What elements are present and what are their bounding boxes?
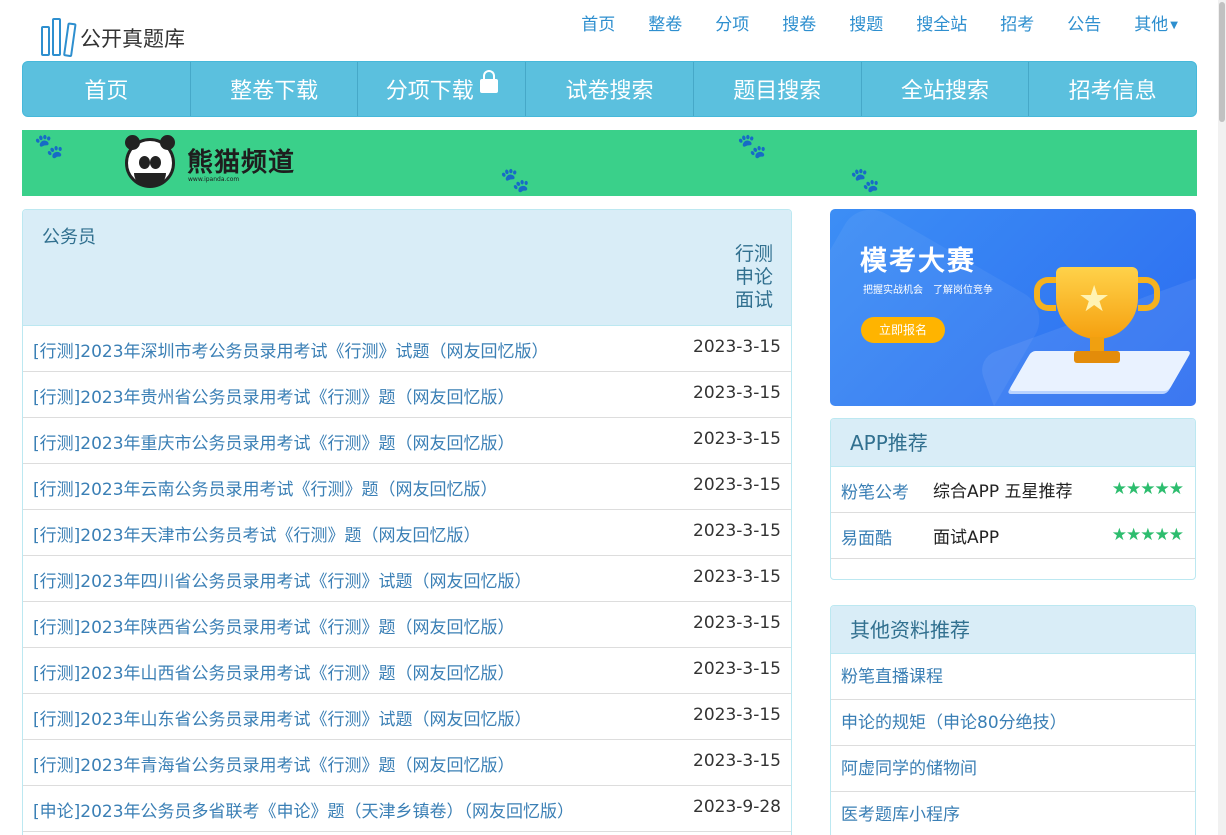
caret-down-icon: ▼ <box>1170 20 1178 31</box>
exam-date: 2023-3-15 <box>693 659 781 679</box>
site-logo[interactable]: 公开真题库 <box>40 14 185 58</box>
exam-list-panel: 公务员 行测 申论 面试 [行测]2023年深圳市考公务员录用考试《行测》试题（… <box>22 209 792 835</box>
resource-link[interactable]: 申论的规矩（申论80分绝技） <box>831 700 1195 746</box>
main-nav-paper-search[interactable]: 试卷搜索 <box>526 62 694 116</box>
main-nav-question-search[interactable]: 题目搜索 <box>694 62 862 116</box>
ipanda-banner[interactable]: 🐾 🐾 🐾 🐾 熊猫频道 www.ipanda.com <box>22 130 1197 196</box>
top-nav-search-questions[interactable]: 搜题 <box>849 10 883 35</box>
ad-title: 模考大赛 <box>860 246 976 277</box>
main-nav-site-search[interactable]: 全站搜索 <box>862 62 1030 116</box>
site-name: 公开真题库 <box>80 27 185 51</box>
exam-link[interactable]: [行测]2023年天津市公务员考试《行测》题（网友回忆版） <box>33 521 481 546</box>
list-item: [行测]2023年山西省公务员录用考试《行测》题（网友回忆版） 2023-3-15 <box>23 648 791 694</box>
list-item: [行测]2023年青海省公务员录用考试《行测》题（网友回忆版） 2023-3-15 <box>23 740 791 786</box>
list-item: [行测]2023年贵州省公务员录用考试《行测》题（网友回忆版） 2023-3-15 <box>23 372 791 418</box>
resource-panel-title: 其他资料推荐 <box>831 606 1195 654</box>
tag-shenlun[interactable]: 申论 <box>735 266 773 289</box>
ad-signup-button[interactable]: 立即报名 <box>861 317 945 343</box>
exam-date: 2023-3-15 <box>693 751 781 771</box>
exam-date: 2023-3-15 <box>693 475 781 495</box>
exam-link[interactable]: [行测]2023年云南公务员录用考试《行测》题（网友回忆版） <box>33 475 498 500</box>
list-item: [行测]2023年深圳市考公务员录用考试《行测》试题（网友回忆版） 2023-3-… <box>23 326 791 372</box>
list-item: 粉笔公考 综合APP 五星推荐 ★★★★★ <box>831 467 1195 513</box>
list-item: 易面酷 面试APP ★★★★★ <box>831 513 1195 559</box>
exam-panel-header: 公务员 行测 申论 面试 <box>23 210 791 326</box>
list-item: [行测]2023年陕西省公务员录用考试《行测》题（网友回忆版） 2023-3-15 <box>23 602 791 648</box>
scrollbar-thumb[interactable] <box>1219 2 1225 122</box>
top-nav-other-label: 其他 <box>1134 15 1169 35</box>
top-nav-recruitment[interactable]: 招考 <box>1000 10 1034 35</box>
page-scrollbar[interactable] <box>1218 0 1226 835</box>
banner-title: 熊猫频道 <box>187 148 296 178</box>
paw-icon: 🐾 <box>34 132 64 160</box>
main-nav-home[interactable]: 首页 <box>23 62 191 116</box>
app-description: 综合APP 五星推荐 <box>933 482 1073 502</box>
books-icon <box>40 14 78 58</box>
exam-link[interactable]: [行测]2023年青海省公务员录用考试《行测》题（网友回忆版） <box>33 751 515 776</box>
list-item: [申论]2023年公务员多省联考《申论》题（天津乡镇卷）（网友回忆版） 2023-… <box>23 786 791 832</box>
top-nav-sections[interactable]: 分项 <box>715 10 749 35</box>
exam-link[interactable]: [行测]2023年陕西省公务员录用考试《行测》题（网友回忆版） <box>33 613 515 638</box>
exam-link[interactable]: [申论]2023年公务员多省联考《申论》题（天津乡镇卷）（网友回忆版） <box>33 797 574 822</box>
list-item: [行测]2023年四川省公务员录用考试《行测》试题（网友回忆版） 2023-3-1… <box>23 556 791 602</box>
banner-url: www.ipanda.com <box>188 176 240 183</box>
top-bar: 公开真题库 首页 整卷 分项 搜卷 搜题 搜全站 招考 公告 其他 ▼ <box>0 0 1226 60</box>
main-nav-section-download[interactable]: 分项下载 <box>358 62 527 116</box>
top-nav: 首页 整卷 分项 搜卷 搜题 搜全站 招考 公告 其他 ▼ <box>548 10 1178 35</box>
exam-panel-title: 公务员 <box>42 227 96 248</box>
tag-interview[interactable]: 面试 <box>735 289 773 312</box>
exam-date: 2023-9-28 <box>693 797 781 817</box>
resource-link[interactable]: 医考题库小程序 <box>831 792 1195 835</box>
app-name-link[interactable]: 粉笔公考 <box>841 478 909 503</box>
top-nav-full-papers[interactable]: 整卷 <box>648 10 682 35</box>
exam-link[interactable]: [行测]2023年山西省公务员录用考试《行测》题（网友回忆版） <box>33 659 515 684</box>
main-nav-full-paper-download[interactable]: 整卷下载 <box>191 62 359 116</box>
app-recommend-panel: APP推荐 粉笔公考 综合APP 五星推荐 ★★★★★ 易面酷 面试APP ★★… <box>830 418 1196 580</box>
exam-link[interactable]: [行测]2023年重庆市公务员录用考试《行测》题（网友回忆版） <box>33 429 515 454</box>
ad-subtitle: 把握实战机会 了解岗位竞争 <box>863 285 993 296</box>
list-item: [行测]2023年山东省公务员录用考试《行测》试题（网友回忆版） 2023-3-1… <box>23 694 791 740</box>
app-name-link[interactable]: 易面酷 <box>841 524 892 549</box>
paw-icon: 🐾 <box>737 132 767 160</box>
list-item: [行测]2023年云南公务员录用考试《行测》题（网友回忆版） 2023-3-15 <box>23 464 791 510</box>
exam-category-tags: 行测 申论 面试 <box>735 243 773 312</box>
top-nav-announcements[interactable]: 公告 <box>1067 10 1101 35</box>
top-nav-other-dropdown[interactable]: 其他 ▼ <box>1134 10 1178 35</box>
exam-date: 2023-3-15 <box>693 705 781 725</box>
exam-date: 2023-3-15 <box>693 429 781 449</box>
exam-date: 2023-3-15 <box>693 337 781 357</box>
star-rating-icon: ★★★★★ <box>1111 525 1184 545</box>
exam-link[interactable]: [行测]2023年深圳市考公务员录用考试《行测》试题（网友回忆版） <box>33 337 549 362</box>
paw-icon: 🐾 <box>850 166 880 194</box>
star-rating-icon: ★★★★★ <box>1111 479 1184 499</box>
top-nav-search-site[interactable]: 搜全站 <box>916 10 967 35</box>
exam-link[interactable]: [行测]2023年四川省公务员录用考试《行测》试题（网友回忆版） <box>33 567 532 592</box>
exam-date: 2023-3-15 <box>693 567 781 587</box>
tag-xingce[interactable]: 行测 <box>735 243 773 266</box>
exam-date: 2023-3-15 <box>693 521 781 541</box>
mock-exam-ad[interactable]: 模考大赛 把握实战机会 了解岗位竞争 立即报名 ★ <box>830 209 1196 406</box>
app-panel-title: APP推荐 <box>831 419 1195 467</box>
top-nav-search-papers[interactable]: 搜卷 <box>782 10 816 35</box>
exam-link[interactable]: [行测]2023年山东省公务员录用考试《行测》试题（网友回忆版） <box>33 705 532 730</box>
paw-icon: 🐾 <box>500 166 530 194</box>
main-nav: 首页 整卷下载 分项下载 试卷搜索 题目搜索 全站搜索 招考信息 <box>22 61 1197 117</box>
resource-link[interactable]: 粉笔直播课程 <box>831 654 1195 700</box>
lock-icon <box>479 70 498 93</box>
resource-link[interactable]: 阿虚同学的储物间 <box>831 746 1195 792</box>
panda-logo-icon <box>125 135 175 188</box>
top-nav-home[interactable]: 首页 <box>581 10 615 35</box>
list-item: [行测]2023年天津市公务员考试《行测》题（网友回忆版） 2023-3-15 <box>23 510 791 556</box>
main-nav-section-download-label: 分项下载 <box>385 79 474 104</box>
exam-link[interactable]: [行测]2023年贵州省公务员录用考试《行测》题（网友回忆版） <box>33 383 515 408</box>
exam-date: 2023-3-15 <box>693 613 781 633</box>
resource-recommend-panel: 其他资料推荐 粉笔直播课程 申论的规矩（申论80分绝技） 阿虚同学的储物间 医考… <box>830 605 1196 835</box>
exam-date: 2023-3-15 <box>693 383 781 403</box>
main-nav-recruitment-info[interactable]: 招考信息 <box>1029 62 1196 116</box>
app-description: 面试APP <box>933 528 1000 548</box>
list-item: [行测]2023年重庆市公务员录用考试《行测》题（网友回忆版） 2023-3-15 <box>23 418 791 464</box>
